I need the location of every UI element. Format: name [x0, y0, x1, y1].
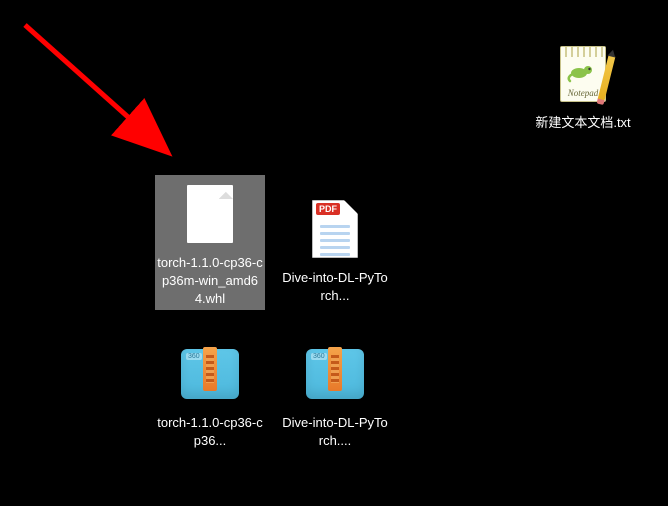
desktop-item-label: torch-1.1.0-cp36-cp36m-win_amd64.whl — [155, 253, 265, 310]
desktop-item-dive-zip[interactable]: 360 Dive-into-DL-PyTorch.... — [280, 335, 390, 451]
txt-file-icon: Notepad — [528, 35, 638, 113]
lizard-icon — [567, 61, 597, 83]
zip-file-icon: 360 — [280, 335, 390, 413]
desktop-item-dive-pdf[interactable]: PDF Dive-into-DL-PyTorch... — [280, 190, 390, 306]
pdf-badge: PDF — [316, 203, 340, 215]
desktop-item-label: torch-1.1.0-cp36-cp36... — [155, 413, 265, 451]
desktop-item-torch-whl[interactable]: torch-1.1.0-cp36-cp36m-win_amd64.whl — [155, 175, 265, 310]
pencil-icon — [598, 55, 616, 101]
desktop-item-label: Dive-into-DL-PyTorch.... — [280, 413, 390, 451]
blank-file-icon — [155, 175, 265, 253]
desktop-item-new-txt[interactable]: Notepad 新建文本文档.txt — [528, 35, 638, 133]
desktop-item-label: 新建文本文档.txt — [528, 113, 638, 133]
desktop-item-torch-zip[interactable]: 360 torch-1.1.0-cp36-cp36... — [155, 335, 265, 451]
zip-file-icon: 360 — [155, 335, 265, 413]
annotation-arrow — [10, 15, 190, 165]
pdf-file-icon: PDF — [280, 190, 390, 268]
desktop-item-label: Dive-into-DL-PyTorch... — [280, 268, 390, 306]
